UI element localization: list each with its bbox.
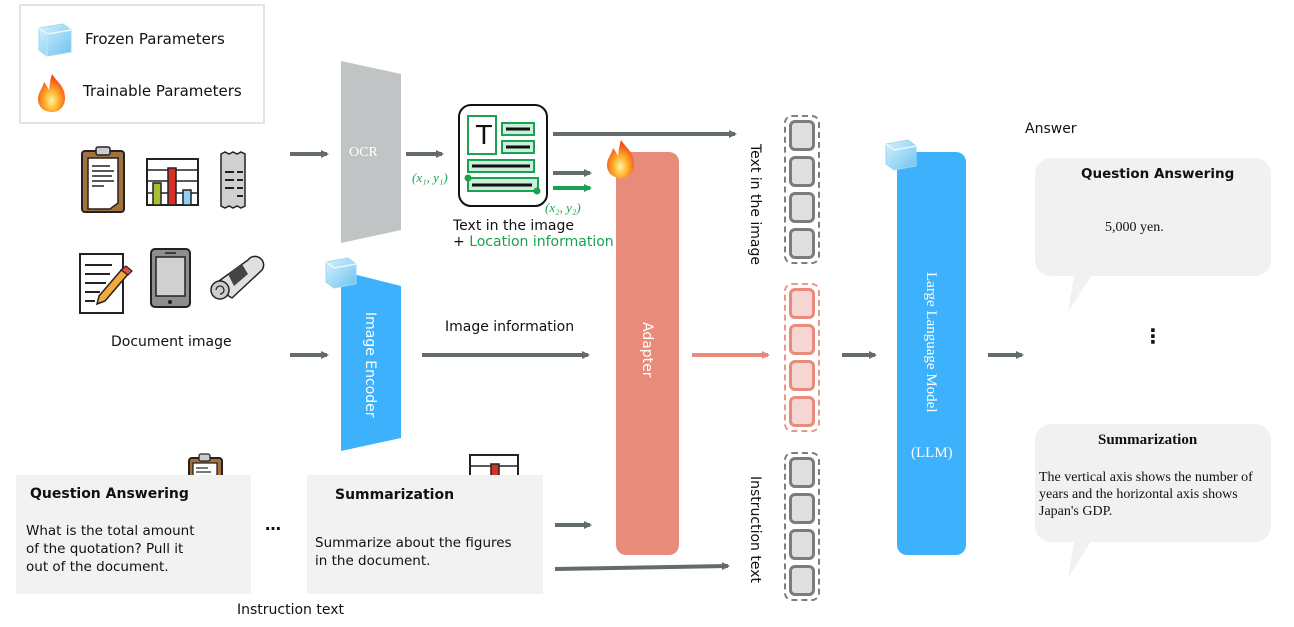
- legend-trainable-label: Trainable Parameters: [83, 82, 242, 100]
- receipt-icon: [220, 151, 246, 209]
- ocr-output-label: Text in the image + Location information: [453, 218, 614, 250]
- smartphone-icon: [150, 248, 191, 308]
- llm-ice-cube-icon: [885, 139, 917, 171]
- adapter-label: Adapter: [639, 322, 655, 378]
- bar-chart-icon: [146, 158, 199, 206]
- rolled-newspaper-icon: [210, 255, 265, 300]
- instruction-token: [789, 493, 815, 524]
- summ-answer-body: The vertical axis shows the number of ye…: [1039, 470, 1253, 519]
- instruction-token-group: [784, 452, 820, 601]
- ice-cube-icon: [38, 23, 72, 57]
- summ-instruction-title: Summarization: [335, 487, 455, 503]
- ocr-label: OCR: [349, 145, 378, 160]
- text-token: [789, 156, 815, 187]
- qa-instruction-title: Question Answering: [30, 486, 189, 502]
- image-token: [789, 324, 815, 355]
- clipboard-document-icon: [81, 146, 125, 213]
- ocr-output-label-line1: Text in the image: [453, 218, 575, 234]
- location-information-label: Location information: [469, 234, 614, 250]
- qa-answer-bubble: Question Answering 5,000 yen.: [1035, 158, 1271, 276]
- text-token: [789, 120, 815, 151]
- tokens-text-label: Text in the image: [747, 144, 763, 266]
- legend-frozen-label: Frozen Parameters: [85, 30, 225, 48]
- adapter-fire-icon: [607, 140, 634, 178]
- document-with-pencil-icon: [79, 253, 133, 314]
- instruction-token: [789, 457, 815, 488]
- fire-icon: [38, 74, 65, 112]
- qa-bubble-tail: [1068, 270, 1095, 312]
- coord-top-left: (x₁, y₁): [412, 170, 448, 185]
- image-information-label: Image information: [445, 319, 575, 335]
- text-token-group: [784, 115, 820, 264]
- instruction-token: [789, 529, 815, 560]
- summ-answer-bubble: Summarization The vertical axis shows th…: [1035, 424, 1271, 542]
- image-encoder-label: Image Encoder: [362, 312, 378, 418]
- legend: Frozen Parameters Trainable Parameters: [19, 4, 265, 124]
- llm-label: Large Language Model: [923, 272, 939, 413]
- tokens-instruction-label: Instruction text: [747, 476, 763, 584]
- llm-abbrev-label: (LLM): [911, 445, 953, 461]
- svg-text:T: T: [475, 121, 492, 151]
- text-token: [789, 228, 815, 259]
- instruction-text-label: Instruction text: [237, 602, 345, 618]
- answer-label: Answer: [1025, 121, 1077, 137]
- image-token: [789, 288, 815, 319]
- image-token: [789, 360, 815, 391]
- qa-answer-body: 5,000 yen.: [1105, 220, 1164, 235]
- text-token: [789, 192, 815, 223]
- instruction-token: [789, 565, 815, 596]
- qa-answer-title: Question Answering: [1081, 166, 1235, 182]
- ocr-output-label-line2: + Location information: [453, 234, 614, 250]
- summ-instruction-body: Summarize about the figures in the docum…: [315, 535, 512, 569]
- plus-sign: +: [453, 234, 470, 250]
- qa-instruction-body: What is the total amount of the quotatio…: [26, 523, 195, 575]
- image-token-group: [784, 283, 820, 432]
- summ-instruction-card: Summarization Summarize about the figure…: [307, 475, 543, 594]
- arrow-instruction-to-tokens: [554, 562, 730, 571]
- answer-vertical-ellipsis: ⋮: [1143, 324, 1163, 348]
- document-image-label: Document image: [111, 334, 232, 350]
- image-encoder-ice-cube-icon: [325, 257, 357, 289]
- instruction-ellipsis: …: [265, 515, 281, 534]
- summ-answer-title: Summarization: [1098, 432, 1198, 448]
- coord-bottom-right: (x₂, y₂): [545, 200, 581, 215]
- qa-instruction-card: Question Answering What is the total amo…: [16, 475, 251, 594]
- image-token: [789, 396, 815, 427]
